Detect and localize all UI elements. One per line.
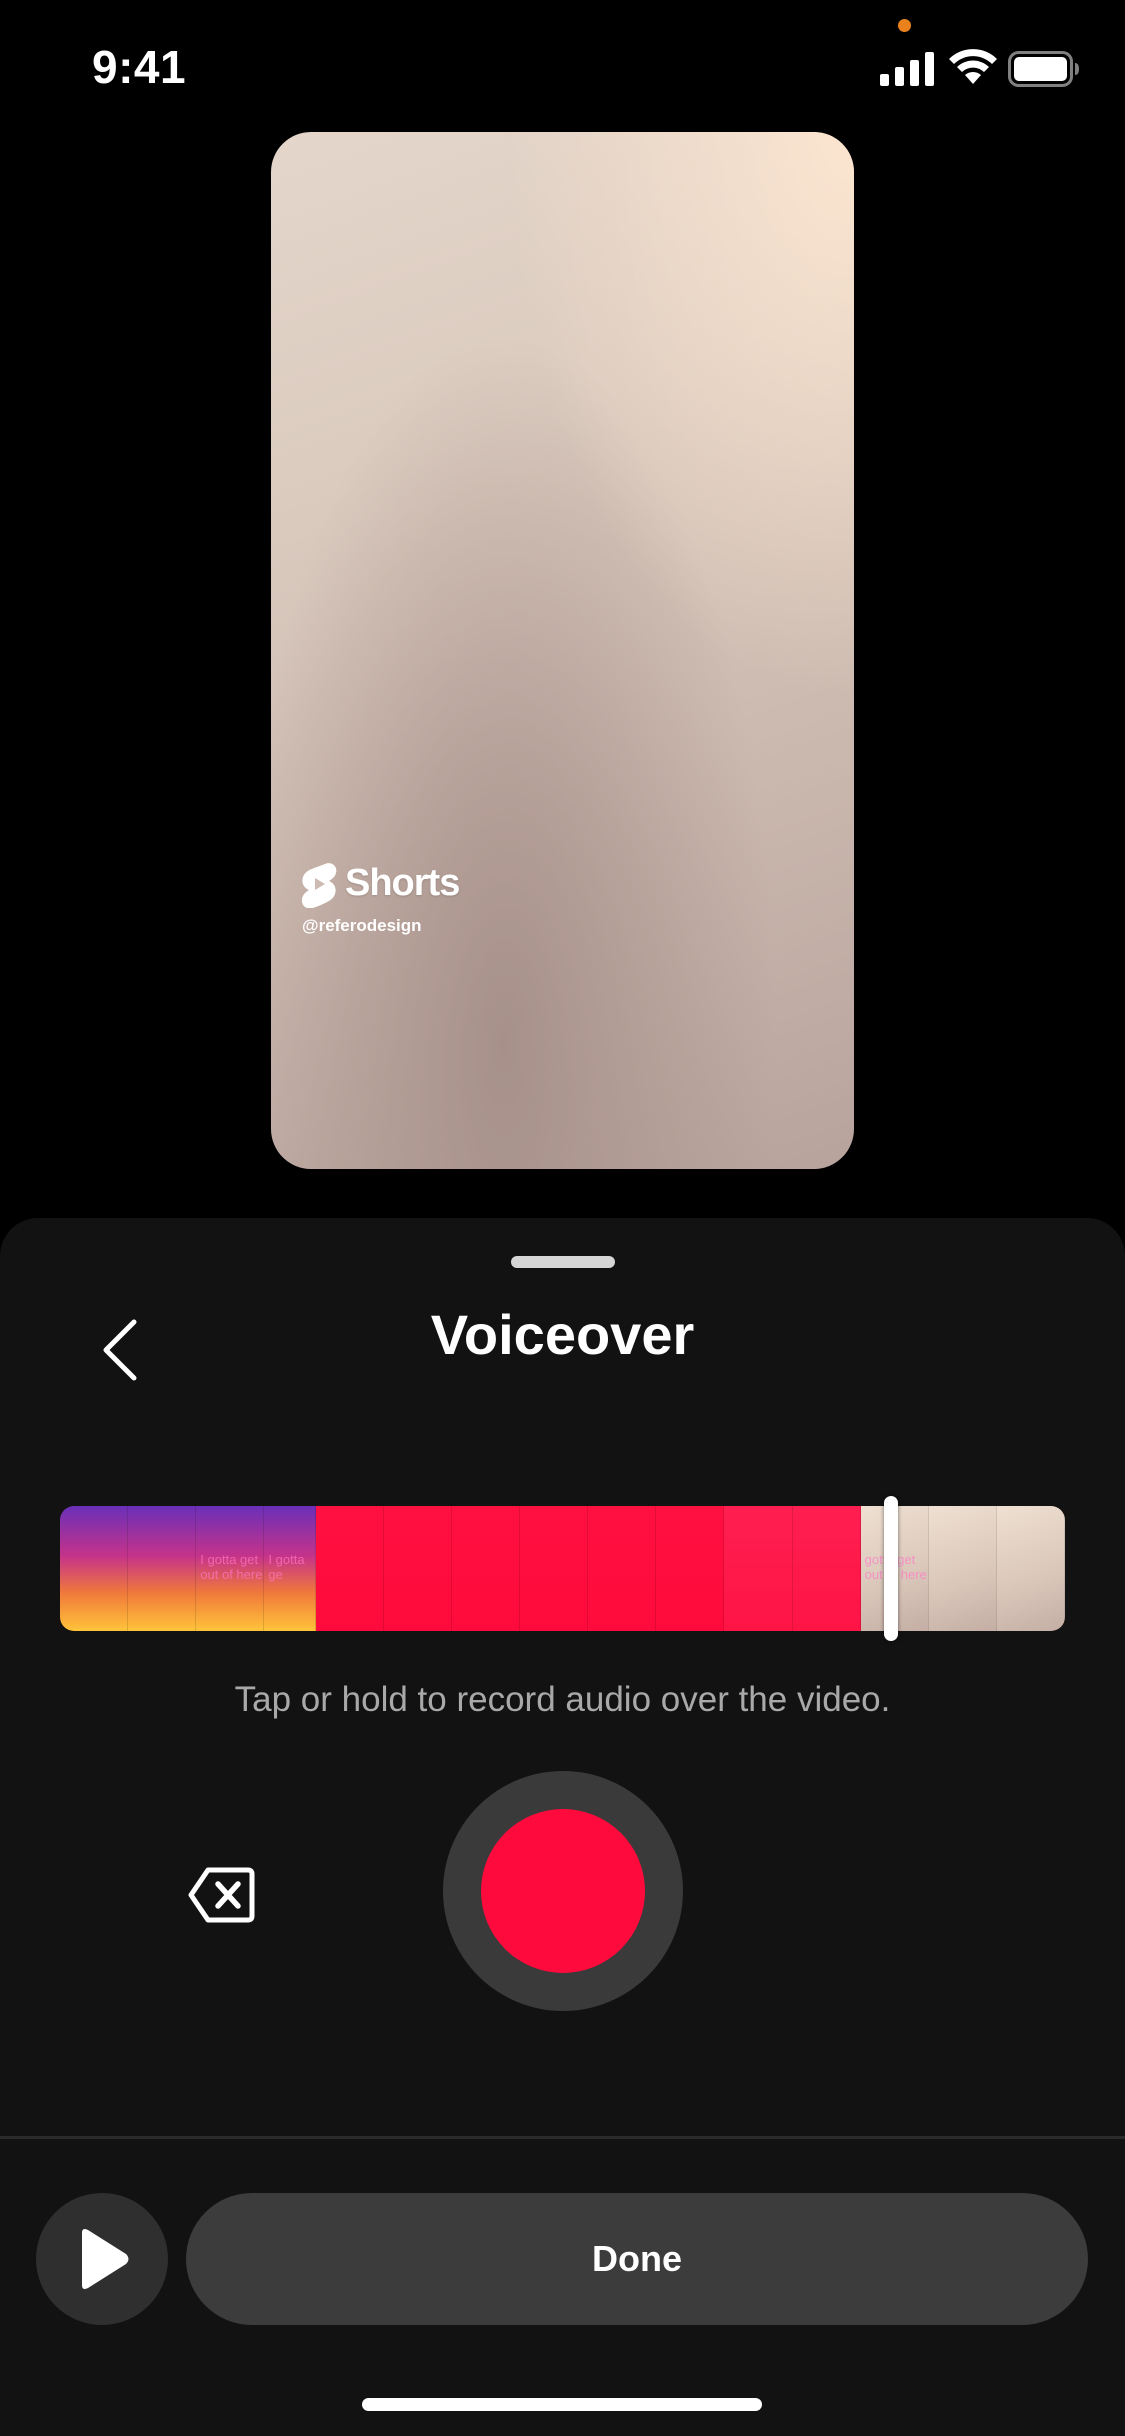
timeline-frame xyxy=(128,1506,197,1631)
timeline-frame xyxy=(724,1506,793,1631)
shorts-logo-icon xyxy=(301,863,337,908)
timeline-frame xyxy=(996,1506,1065,1631)
timeline-frame xyxy=(928,1506,997,1631)
battery-icon xyxy=(1008,51,1079,87)
timeline-frame xyxy=(519,1506,589,1631)
timeline-frame: I gotta ge xyxy=(264,1506,316,1631)
timeline-frame-caption: I gotta ge xyxy=(268,1552,305,1582)
backspace-delete-icon xyxy=(188,1867,255,1923)
timeline-frame xyxy=(315,1506,384,1631)
done-button[interactable]: Done xyxy=(186,2193,1088,2325)
play-icon xyxy=(82,2229,129,2289)
timeline-frame xyxy=(60,1506,129,1631)
sheet-title: Voiceover xyxy=(430,1303,695,1366)
watermark-handle: @referodesign xyxy=(302,916,422,935)
timeline-frame: I gotta get out of here xyxy=(196,1506,265,1631)
timeline-frame xyxy=(383,1506,452,1631)
sheet-drag-handle[interactable] xyxy=(511,1256,615,1268)
home-indicator xyxy=(362,2398,762,2411)
timeline-playhead[interactable] xyxy=(884,1496,899,1641)
privacy-indicator xyxy=(898,19,911,32)
cellular-signal-icon xyxy=(880,52,934,86)
footer-divider xyxy=(0,2136,1125,2139)
record-hint: Tap or hold to record audio over the vid… xyxy=(234,1680,891,1719)
record-button[interactable] xyxy=(443,1771,683,2011)
timeline-frame xyxy=(656,1506,725,1631)
timeline-frame xyxy=(451,1506,520,1631)
play-button[interactable] xyxy=(36,2193,168,2325)
voiceover-sheet: Voiceover I gotta get out of here I gotta… xyxy=(0,1218,1125,2436)
timeline-frame xyxy=(792,1506,861,1631)
record-dot xyxy=(481,1809,645,1973)
wifi-icon xyxy=(949,49,997,84)
status-time: 9:41 xyxy=(92,41,187,93)
video-timeline[interactable]: I gotta get out of here I gotta ge gotta g… xyxy=(60,1506,1065,1631)
video-preview: Shorts @referodesign xyxy=(271,132,854,1169)
shorts-watermark-label: Shorts xyxy=(345,862,460,904)
timeline-frame xyxy=(588,1506,657,1631)
timeline-frame-caption: I gotta get out of here xyxy=(200,1552,263,1582)
delete-recording-button[interactable] xyxy=(182,1858,262,1932)
